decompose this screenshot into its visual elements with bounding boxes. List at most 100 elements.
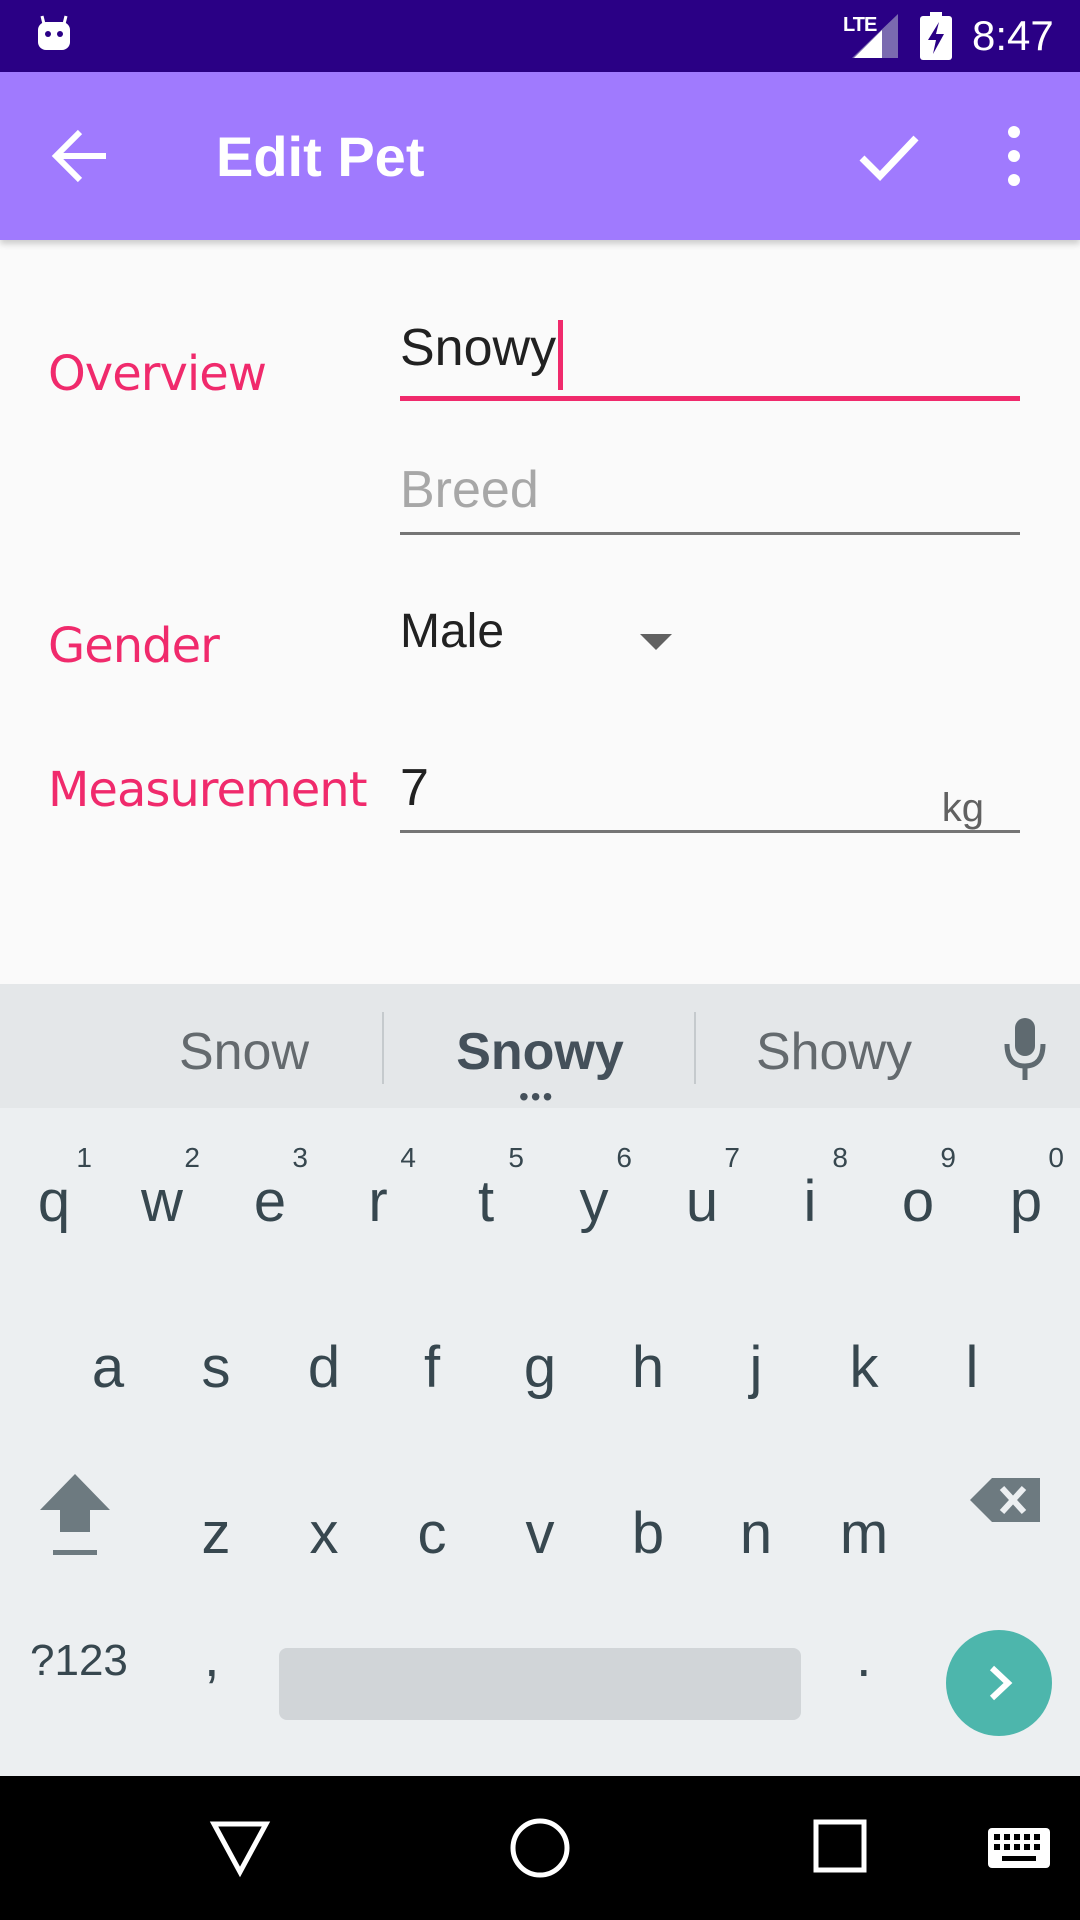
key-j[interactable]: j: [702, 1296, 810, 1446]
comma-key[interactable]: ,: [204, 1624, 220, 1689]
shift-key[interactable]: [0, 1452, 150, 1602]
key-label: c: [417, 1501, 447, 1566]
key-label: t: [477, 1169, 495, 1234]
battery-charging-icon: [920, 12, 952, 60]
key-label: m: [839, 1501, 889, 1566]
key-k[interactable]: k: [810, 1296, 918, 1446]
name-underline: [400, 396, 1020, 401]
keyboard-switch-icon[interactable]: [986, 1826, 1052, 1870]
next-key[interactable]: [946, 1630, 1052, 1736]
breed-underline: [400, 532, 1020, 535]
weight-unit: kg: [941, 786, 984, 830]
key-e[interactable]: 3e: [216, 1130, 324, 1280]
key-l[interactable]: l: [918, 1296, 1026, 1446]
app-bar: Edit Pet: [0, 72, 1080, 240]
arrow-back-icon: [51, 129, 106, 183]
key-v[interactable]: v: [486, 1462, 594, 1612]
key-y[interactable]: 6y: [540, 1130, 648, 1280]
key-g[interactable]: g: [486, 1296, 594, 1446]
name-field[interactable]: Snowy: [400, 318, 1020, 404]
key-label: n: [739, 1501, 773, 1566]
screen: LTE 8:47 Edit Pet Overview Snowy Breed G…: [0, 0, 1080, 1920]
key-i[interactable]: 8i: [756, 1130, 864, 1280]
key-h[interactable]: h: [594, 1296, 702, 1446]
clock: 8:47: [972, 12, 1054, 59]
status-bar: LTE 8:47: [0, 0, 1080, 72]
key-label: z: [201, 1501, 231, 1566]
overview-label: Overview: [48, 346, 267, 402]
key-label: r: [368, 1169, 388, 1234]
key-label: w: [141, 1169, 183, 1234]
key-label: h: [631, 1335, 665, 1400]
more-suggestions-dots: •••: [519, 1081, 555, 1112]
symbols-key[interactable]: ?123: [30, 1636, 128, 1686]
gender-value: Male: [400, 605, 505, 658]
key-label: x: [309, 1501, 339, 1566]
weight-value: 7: [400, 759, 429, 817]
key-label: g: [523, 1335, 557, 1400]
shift-icon: [40, 1474, 110, 1555]
space-key[interactable]: [279, 1648, 801, 1720]
key-label: v: [525, 1501, 555, 1566]
key-label: k: [849, 1335, 879, 1400]
signal-icon: [852, 14, 898, 58]
android-debug-icon: [38, 15, 70, 50]
text-cursor: [558, 319, 564, 390]
key-m[interactable]: m: [810, 1462, 918, 1612]
measurement-label: Measurement: [48, 762, 368, 818]
period-key[interactable]: .: [856, 1624, 872, 1689]
key-label: s: [201, 1335, 231, 1400]
backspace-key[interactable]: [950, 1452, 1080, 1602]
key-s[interactable]: s: [162, 1296, 270, 1446]
check-icon: [859, 135, 919, 182]
weight-underline: [400, 830, 1020, 833]
key-label: d: [307, 1335, 341, 1400]
key-a[interactable]: a: [54, 1296, 162, 1446]
key-b[interactable]: b: [594, 1462, 702, 1612]
key-x[interactable]: x: [270, 1462, 378, 1612]
key-label: o: [901, 1169, 935, 1234]
key-label: b: [631, 1501, 665, 1566]
key-label: i: [803, 1169, 817, 1234]
key-z[interactable]: z: [162, 1462, 270, 1612]
gender-dropdown[interactable]: Male: [400, 604, 690, 684]
key-f[interactable]: f: [378, 1296, 486, 1446]
suggestion-1[interactable]: Snow: [94, 1022, 394, 1082]
recents-square-icon[interactable]: [812, 1818, 868, 1874]
home-circle-icon[interactable]: [508, 1816, 572, 1880]
back-button[interactable]: [44, 120, 116, 192]
chevron-right-icon: [989, 1665, 1013, 1701]
key-r[interactable]: 4r: [324, 1130, 432, 1280]
key-d[interactable]: d: [270, 1296, 378, 1446]
microphone-icon[interactable]: [1000, 1014, 1050, 1084]
page-title: Edit Pet: [216, 125, 425, 188]
save-button[interactable]: [852, 120, 924, 192]
key-label: a: [91, 1335, 125, 1400]
key-u[interactable]: 7u: [648, 1130, 756, 1280]
suggestion-strip: Snow Snowy ••• Showy: [0, 984, 1080, 1112]
key-label: u: [685, 1169, 719, 1234]
breed-field[interactable]: Breed: [400, 460, 1020, 540]
navigation-bar: [0, 1776, 1080, 1920]
suggestion-divider: [382, 1012, 384, 1084]
back-triangle-icon[interactable]: [208, 1818, 272, 1878]
key-n[interactable]: n: [702, 1462, 810, 1612]
dropdown-arrow-icon: [640, 634, 672, 650]
key-p[interactable]: 0p: [972, 1130, 1080, 1280]
breed-placeholder: Breed: [400, 461, 539, 519]
key-label: q: [37, 1169, 71, 1234]
suggestion-3[interactable]: Showy: [684, 1022, 984, 1082]
key-label: j: [749, 1335, 763, 1400]
more-vert-icon: [1008, 126, 1020, 186]
key-t[interactable]: 5t: [432, 1130, 540, 1280]
weight-field[interactable]: 7 kg: [400, 758, 1020, 838]
key-o[interactable]: 9o: [864, 1130, 972, 1280]
key-q[interactable]: 1q: [0, 1130, 108, 1280]
soft-keyboard: Snow Snowy ••• Showy 1q2w3e4r5t6y7u8i9o0…: [0, 984, 1080, 1776]
gender-label: Gender: [48, 618, 220, 674]
key-label: y: [579, 1169, 609, 1234]
overflow-menu-button[interactable]: [986, 120, 1042, 192]
key-w[interactable]: 2w: [108, 1130, 216, 1280]
key-c[interactable]: c: [378, 1462, 486, 1612]
suggestion-2[interactable]: Snowy: [390, 1022, 690, 1082]
